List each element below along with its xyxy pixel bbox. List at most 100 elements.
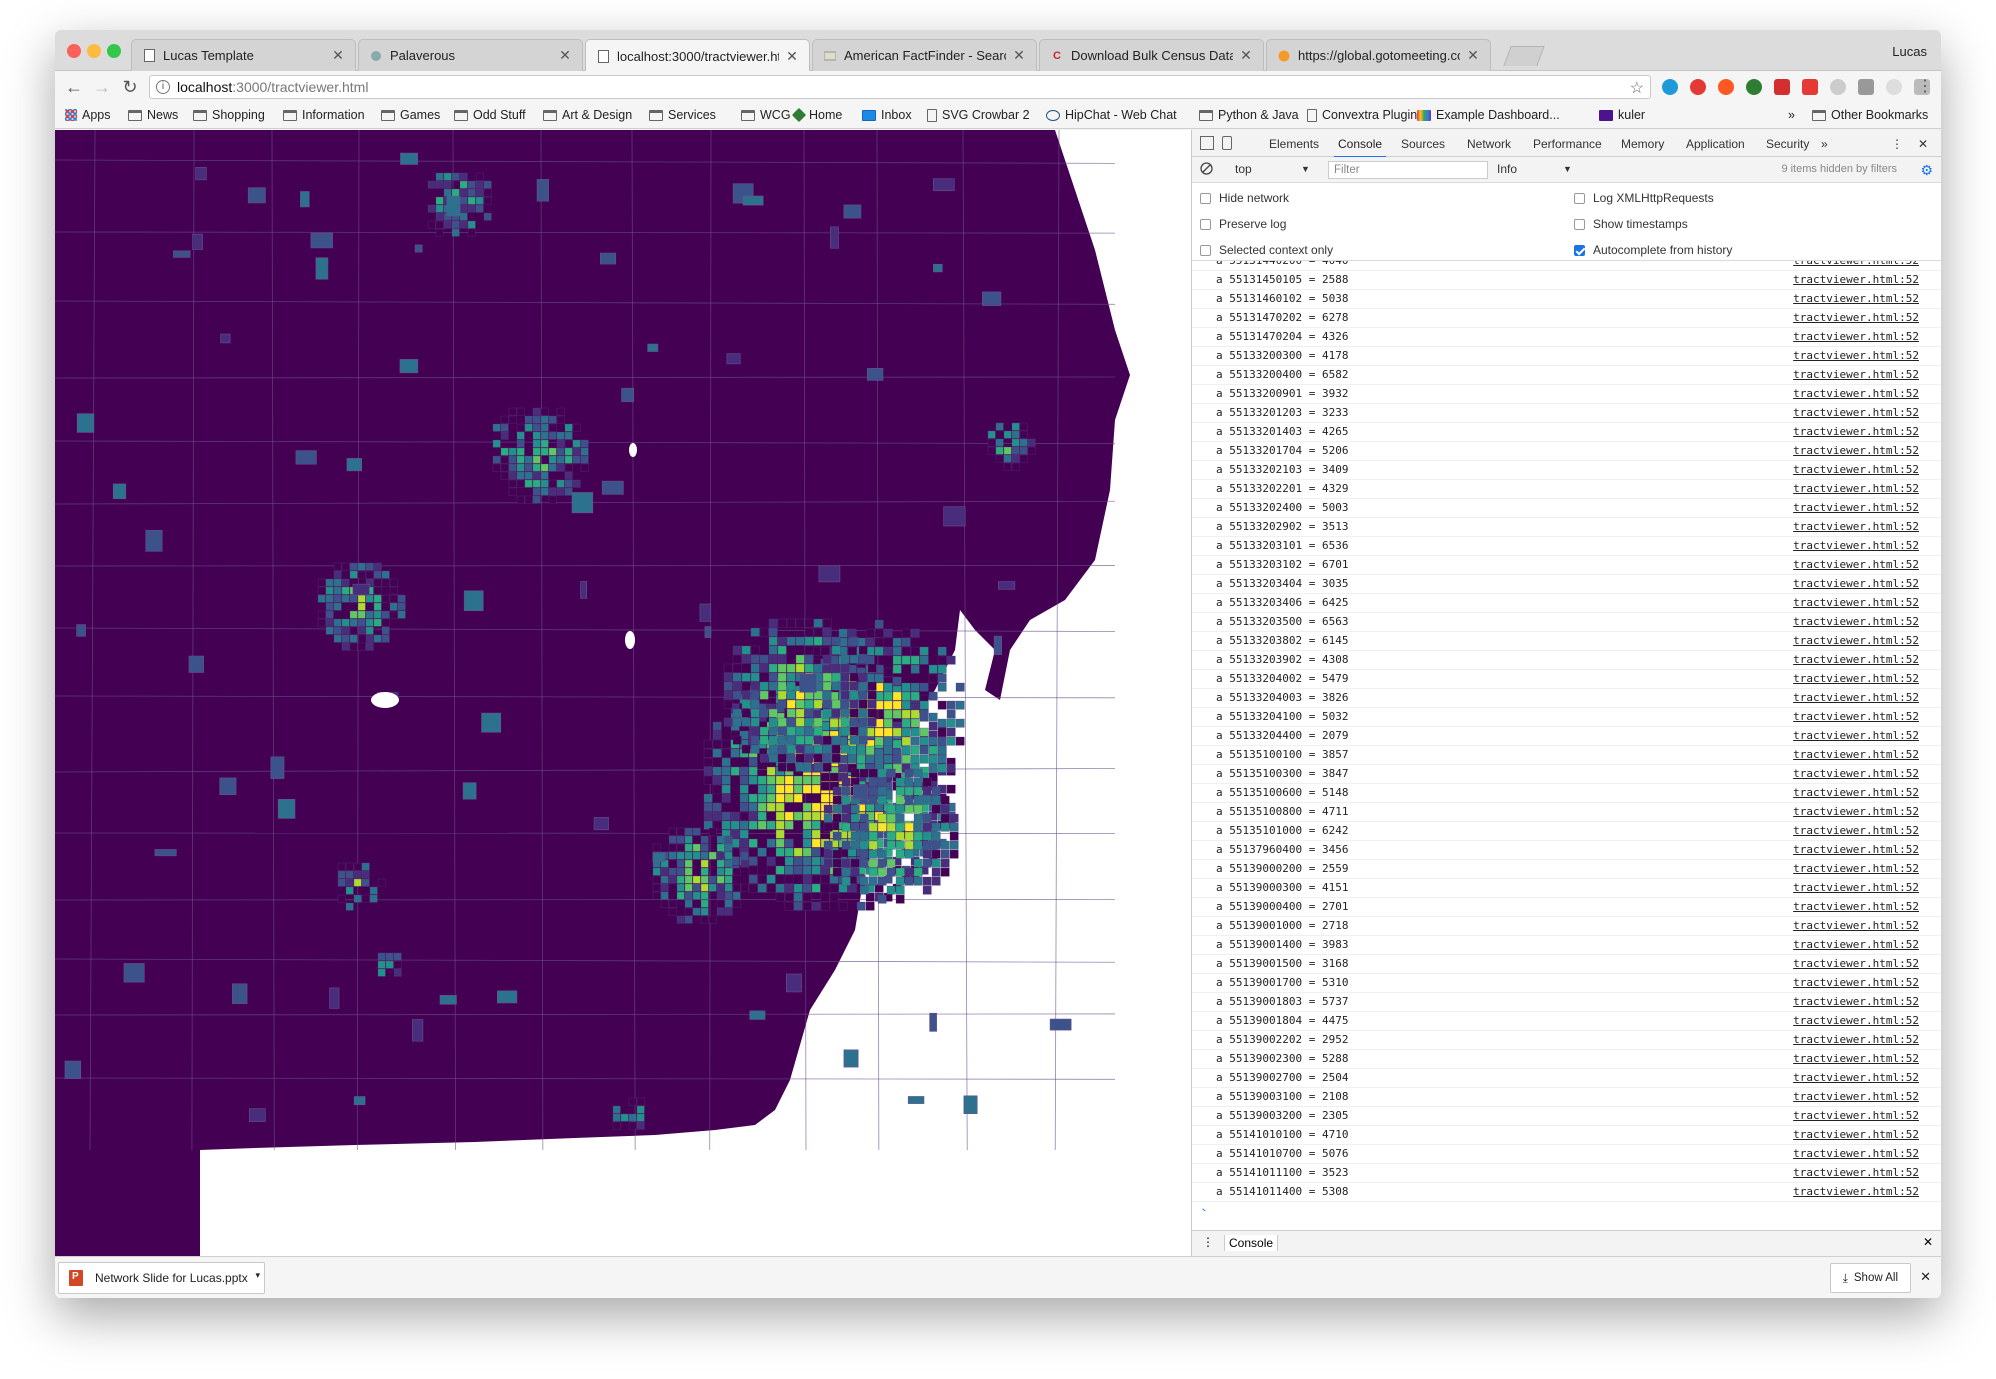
inspect-element-icon[interactable] <box>1200 136 1214 150</box>
ghost-extension-icon[interactable] <box>1830 79 1846 95</box>
evernote-icon[interactable] <box>1746 79 1762 95</box>
bookmark-star-icon[interactable]: ☆ <box>1630 78 1644 98</box>
show-timestamps-option[interactable]: Show timestamps <box>1574 217 1688 231</box>
tab-lucas-template[interactable]: Lucas Template ✕ <box>131 39 356 71</box>
tab-network[interactable]: Network <box>1467 137 1511 151</box>
bookmark-svg-crowbar-2[interactable]: SVG Crowbar 2 <box>927 108 1030 122</box>
tab-gotomeeting[interactable]: https://global.gotomeeting.co ✕ <box>1266 39 1491 71</box>
device-toolbar-icon[interactable] <box>1222 136 1232 150</box>
log-source-link[interactable]: tractviewer.html:52 <box>1793 1031 1919 1049</box>
bookmark-shopping[interactable]: Shopping <box>193 108 265 122</box>
bookmark-services[interactable]: Services <box>649 108 716 122</box>
log-source-link[interactable]: tractviewer.html:52 <box>1793 309 1919 327</box>
bookmark-python-java[interactable]: Python & Java <box>1199 108 1299 122</box>
tab-console[interactable]: Console <box>1333 137 1387 158</box>
autocomplete-option[interactable]: Autocomplete from history <box>1574 243 1732 257</box>
tab-census-download[interactable]: C Download Bulk Census Data a ✕ <box>1039 39 1264 71</box>
log-source-link[interactable]: tractviewer.html:52 <box>1793 803 1919 821</box>
bookmark-home[interactable]: Home <box>791 107 842 123</box>
log-source-link[interactable]: tractviewer.html:52 <box>1793 613 1919 631</box>
checkbox-checked[interactable] <box>1574 244 1585 256</box>
log-source-link[interactable]: tractviewer.html:52 <box>1793 670 1919 688</box>
pdf-extension-icon[interactable] <box>1802 79 1818 95</box>
new-tab-button[interactable] <box>1503 46 1545 66</box>
drawer-menu-icon[interactable]: ⋮ <box>1202 1235 1214 1249</box>
log-source-link[interactable]: tractviewer.html:52 <box>1793 575 1919 593</box>
bookmark-information[interactable]: Information <box>283 108 365 122</box>
tract-map[interactable] <box>55 130 1191 1256</box>
log-source-link[interactable]: tractviewer.html:52 <box>1793 261 1919 270</box>
log-source-link[interactable]: tractviewer.html:52 <box>1793 594 1919 612</box>
feather-extension-icon[interactable] <box>1886 79 1902 95</box>
log-source-link[interactable]: tractviewer.html:52 <box>1793 955 1919 973</box>
drawer-tab-console[interactable]: Console <box>1224 1235 1279 1251</box>
tab-security[interactable]: Security <box>1766 137 1809 151</box>
bookmark-inbox[interactable]: Inbox <box>862 108 912 122</box>
minimize-window-button[interactable] <box>87 44 101 58</box>
log-source-link[interactable]: tractviewer.html:52 <box>1793 1145 1919 1163</box>
checkbox[interactable] <box>1574 192 1585 204</box>
console-filter-input[interactable]: Filter <box>1328 161 1488 179</box>
bookmark-convextra-plugin[interactable]: Convextra Plugin <box>1307 108 1417 122</box>
log-level-select[interactable]: Info ▼ <box>1497 162 1572 176</box>
checkbox[interactable] <box>1200 192 1211 204</box>
tab-performance[interactable]: Performance <box>1533 137 1602 151</box>
log-source-link[interactable]: tractviewer.html:52 <box>1793 708 1919 726</box>
log-source-link[interactable]: tractviewer.html:52 <box>1793 442 1919 460</box>
log-xhr-option[interactable]: Log XMLHttpRequests <box>1574 191 1714 205</box>
log-source-link[interactable]: tractviewer.html:52 <box>1793 917 1919 935</box>
log-source-link[interactable]: tractviewer.html:52 <box>1793 632 1919 650</box>
tab-memory[interactable]: Memory <box>1621 137 1664 151</box>
context-select[interactable]: top ▼ <box>1235 162 1315 176</box>
log-source-link[interactable]: tractviewer.html:52 <box>1793 1126 1919 1144</box>
log-source-link[interactable]: tractviewer.html:52 <box>1793 860 1919 878</box>
tab-elements[interactable]: Elements <box>1269 137 1319 151</box>
close-tab-icon[interactable]: ✕ <box>1012 47 1026 64</box>
extension-circle-icon[interactable] <box>1662 79 1678 95</box>
bookmark-news[interactable]: News <box>128 108 178 122</box>
video-extension-icon[interactable] <box>1774 79 1790 95</box>
log-source-link[interactable]: tractviewer.html:52 <box>1793 1012 1919 1030</box>
log-source-link[interactable]: tractviewer.html:52 <box>1793 727 1919 745</box>
bookmark-art-design[interactable]: Art & Design <box>543 108 632 122</box>
log-source-link[interactable]: tractviewer.html:52 <box>1793 1069 1919 1087</box>
log-source-link[interactable]: tractviewer.html:52 <box>1793 746 1919 764</box>
bookmark-example-dashboard[interactable]: Example Dashboard... <box>1417 108 1560 122</box>
log-source-link[interactable]: tractviewer.html:52 <box>1793 499 1919 517</box>
close-window-button[interactable] <box>67 44 81 58</box>
tab-sources[interactable]: Sources <box>1401 137 1445 151</box>
bookmark-wcg[interactable]: WCG <box>741 108 791 122</box>
tab-american-factfinder[interactable]: American FactFinder - Search ✕ <box>812 39 1037 71</box>
bookmark-odd-stuff[interactable]: Odd Stuff <box>454 108 526 122</box>
profile-name[interactable]: Lucas <box>1892 44 1927 59</box>
log-source-link[interactable]: tractviewer.html:52 <box>1793 898 1919 916</box>
close-tab-icon[interactable]: ✕ <box>1466 47 1480 64</box>
devtools-menu-icon[interactable]: ⋮ <box>1891 137 1903 151</box>
preserve-log-option[interactable]: Preserve log <box>1200 217 1286 231</box>
log-source-link[interactable]: tractviewer.html:52 <box>1793 689 1919 707</box>
log-source-link[interactable]: tractviewer.html:52 <box>1793 651 1919 669</box>
log-source-link[interactable]: tractviewer.html:52 <box>1793 1107 1919 1125</box>
log-source-link[interactable]: tractviewer.html:52 <box>1793 556 1919 574</box>
bookmark-kuler[interactable]: kuler <box>1599 108 1645 122</box>
log-source-link[interactable]: tractviewer.html:52 <box>1793 936 1919 954</box>
log-source-link[interactable]: tractviewer.html:52 <box>1793 461 1919 479</box>
console-prompt-chevron-icon[interactable]: › <box>1200 1204 1208 1211</box>
clear-console-icon[interactable] <box>1200 162 1213 175</box>
log-source-link[interactable]: tractviewer.html:52 <box>1793 271 1919 289</box>
menu-kebab-icon[interactable]: ⋮ <box>1917 76 1933 98</box>
checkbox[interactable] <box>1200 244 1211 256</box>
log-source-link[interactable]: tractviewer.html:52 <box>1793 328 1919 346</box>
log-source-link[interactable]: tractviewer.html:52 <box>1793 423 1919 441</box>
zoom-window-button[interactable] <box>107 44 121 58</box>
log-source-link[interactable]: tractviewer.html:52 <box>1793 366 1919 384</box>
log-source-link[interactable]: tractviewer.html:52 <box>1793 784 1919 802</box>
opera-extension-icon[interactable] <box>1718 79 1734 95</box>
log-source-link[interactable]: tractviewer.html:52 <box>1793 537 1919 555</box>
checkbox[interactable] <box>1574 218 1585 230</box>
log-source-link[interactable]: tractviewer.html:52 <box>1793 765 1919 783</box>
pocket-extension-icon[interactable] <box>1858 79 1874 95</box>
console-settings-gear-icon[interactable]: ⚙ <box>1920 162 1933 179</box>
log-source-link[interactable]: tractviewer.html:52 <box>1793 404 1919 422</box>
log-source-link[interactable]: tractviewer.html:52 <box>1793 290 1919 308</box>
